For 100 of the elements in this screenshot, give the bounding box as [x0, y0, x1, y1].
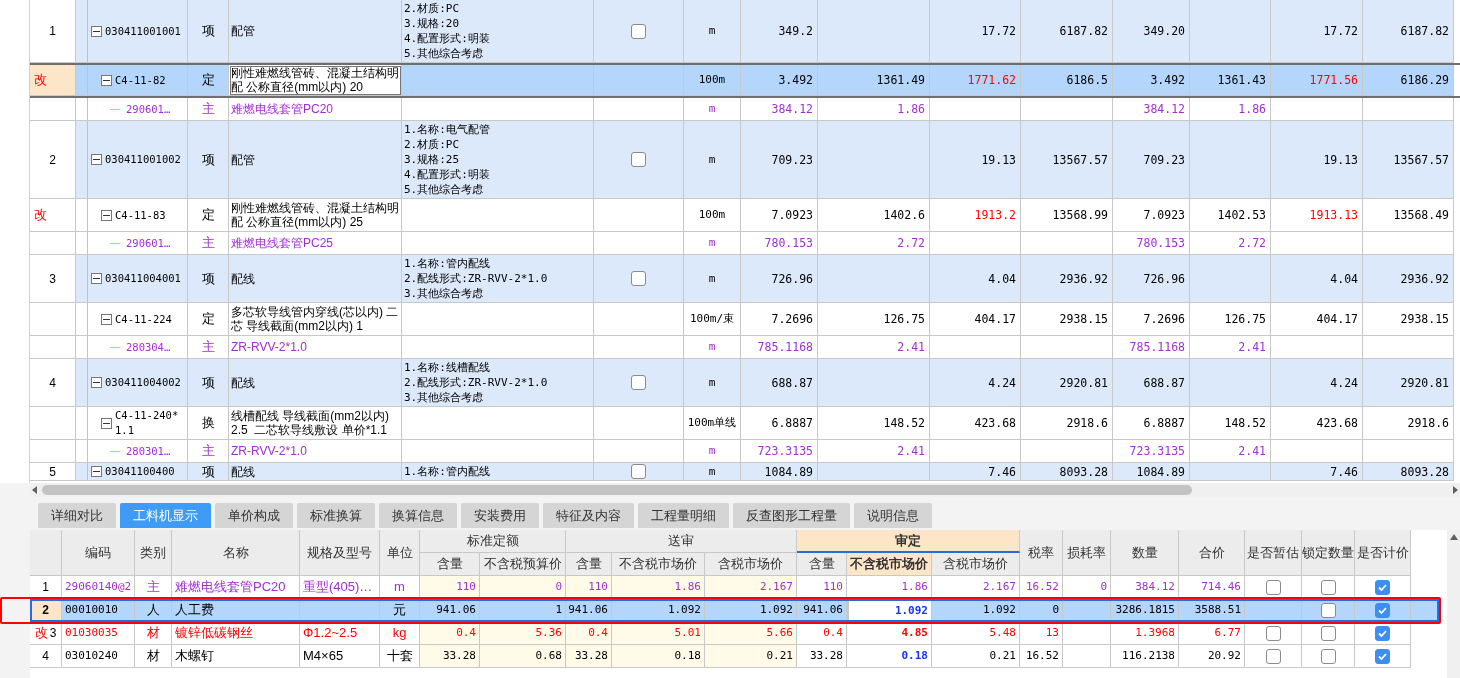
value-cell: 1.86 — [818, 98, 930, 121]
table-cell: Φ1.2~2.5 — [300, 622, 380, 645]
checkbox[interactable] — [1375, 648, 1390, 664]
column-header[interactable]: 锁定数量 — [1302, 530, 1355, 576]
value-cell: 2936.92 — [1021, 255, 1113, 303]
checkbox[interactable] — [1320, 602, 1336, 618]
column-header[interactable]: 不含税市场价 — [612, 553, 705, 576]
left-arrow-icon[interactable] — [32, 486, 38, 494]
column-header[interactable]: 名称 — [172, 530, 300, 576]
collapse-icon[interactable] — [91, 273, 102, 284]
column-header[interactable]: 含量 — [420, 553, 480, 576]
value-cell: 1084.89 — [1113, 463, 1190, 481]
checkbox[interactable] — [1265, 579, 1281, 595]
type-cell: 项 — [188, 0, 229, 63]
table-cell: 941.06 — [420, 599, 480, 622]
value-cell: 17.72 — [930, 0, 1021, 63]
checkbox[interactable] — [631, 464, 646, 479]
column-header[interactable]: 含税市场价 — [932, 553, 1020, 576]
type-cell: 主 — [188, 98, 229, 121]
collapse-icon[interactable] — [91, 154, 102, 165]
value-cell: 349.20 — [1113, 0, 1190, 63]
checkbox[interactable] — [1320, 625, 1336, 641]
checkbox[interactable] — [1265, 625, 1281, 641]
table-cell: 1.3968 — [1111, 622, 1179, 645]
item-code: C4-11-82 — [115, 72, 166, 88]
column-header[interactable]: 含量 — [797, 553, 847, 576]
column-header[interactable]: 编码 — [62, 530, 135, 576]
collapse-icon[interactable] — [91, 377, 102, 388]
table-cell: 材 — [135, 622, 172, 645]
collapse-icon[interactable] — [101, 209, 112, 221]
value-cell: 404.17 — [1271, 303, 1363, 336]
column-header[interactable]: 损耗率 — [1063, 530, 1111, 576]
horizontal-scrollbar[interactable] — [30, 483, 1460, 497]
column-header[interactable]: 数量 — [1111, 530, 1179, 576]
checkbox[interactable] — [1375, 579, 1390, 595]
value-cell: 4.04 — [930, 255, 1021, 303]
value-cell: 1084.89 — [741, 463, 818, 481]
column-header[interactable]: 是否暂估 — [1245, 530, 1302, 576]
table-cell: 1.092 — [705, 599, 797, 622]
value-cell: 780.153 — [1113, 232, 1190, 255]
table-cell: 3588.51 — [1179, 599, 1245, 622]
tab[interactable]: 反查图形工程量 — [733, 503, 850, 528]
value-cell: 785.1168 — [741, 336, 818, 359]
value-cell: 3.492 — [741, 65, 818, 96]
collapse-icon[interactable] — [101, 417, 112, 429]
value-cell: 384.12 — [741, 98, 818, 121]
tab[interactable]: 单价构成 — [215, 503, 293, 528]
column-header[interactable]: 类别 — [135, 530, 172, 576]
tab[interactable]: 安装费用 — [461, 503, 539, 528]
value-cell: 723.3135 — [741, 440, 818, 463]
column-header[interactable]: 单位 — [380, 530, 420, 576]
value-cell: 1913.2 — [930, 199, 1021, 232]
tab[interactable]: 特征及内容 — [543, 503, 634, 528]
checkbox[interactable] — [631, 23, 646, 39]
type-cell: 主 — [188, 232, 229, 255]
name-cell: 难燃电线套管PC20 — [229, 98, 402, 121]
column-header[interactable]: 不含税预算价 — [480, 553, 566, 576]
column-header[interactable]: 是否计价 — [1355, 530, 1411, 576]
checkbox[interactable] — [1375, 602, 1390, 618]
right-arrow-icon[interactable] — [1452, 486, 1458, 494]
tab[interactable]: 详细对比 — [38, 503, 116, 528]
tab[interactable]: 标准换算 — [297, 503, 375, 528]
type-cell: 主 — [188, 336, 229, 359]
up-arrow-icon[interactable] — [1449, 534, 1458, 540]
tree-line — [87, 65, 88, 95]
checkbox[interactable] — [631, 375, 646, 390]
checkbox[interactable] — [631, 271, 646, 286]
collapse-icon[interactable] — [91, 25, 102, 37]
table-cell: 难燃电线套管PC20 — [172, 576, 300, 599]
column-header[interactable]: 规格及型号 — [300, 530, 380, 576]
checkbox[interactable] — [1375, 625, 1390, 641]
unit-cell: m — [684, 98, 741, 121]
column-header[interactable]: 不含税市场价 — [847, 553, 932, 576]
unit-cell: m — [684, 0, 741, 63]
unit-cell: m — [684, 121, 741, 199]
tab[interactable]: 换算信息 — [379, 503, 457, 528]
unit-cell: m — [684, 440, 741, 463]
value-cell: 726.96 — [741, 255, 818, 303]
tab[interactable]: 工程量明细 — [638, 503, 729, 528]
collapse-icon[interactable] — [101, 313, 112, 325]
name-cell: 配线 — [229, 463, 402, 481]
checkbox[interactable] — [631, 152, 646, 167]
unit-cell: 100m — [684, 199, 741, 232]
column-header[interactable]: 合价 — [1179, 530, 1245, 576]
table-cell: 人工费 — [172, 599, 300, 622]
checkbox[interactable] — [1320, 648, 1336, 664]
checkbox[interactable] — [1320, 579, 1336, 595]
table-cell: 5.01 — [612, 622, 705, 645]
tab[interactable]: 说明信息 — [854, 503, 932, 528]
row-number: 3 — [49, 271, 56, 286]
checkbox[interactable] — [1265, 648, 1281, 664]
row-number: 1 — [42, 579, 49, 596]
collapse-icon[interactable] — [101, 74, 112, 86]
value-cell: 148.52 — [818, 407, 930, 440]
collapse-icon[interactable] — [91, 466, 102, 477]
value-cell: 17.72 — [1271, 0, 1363, 63]
name-cell: 配线 — [229, 359, 402, 407]
column-header[interactable]: 含税市场价 — [705, 553, 797, 576]
column-header[interactable]: 含量 — [566, 553, 612, 576]
column-header[interactable]: 税率 — [1020, 530, 1063, 576]
